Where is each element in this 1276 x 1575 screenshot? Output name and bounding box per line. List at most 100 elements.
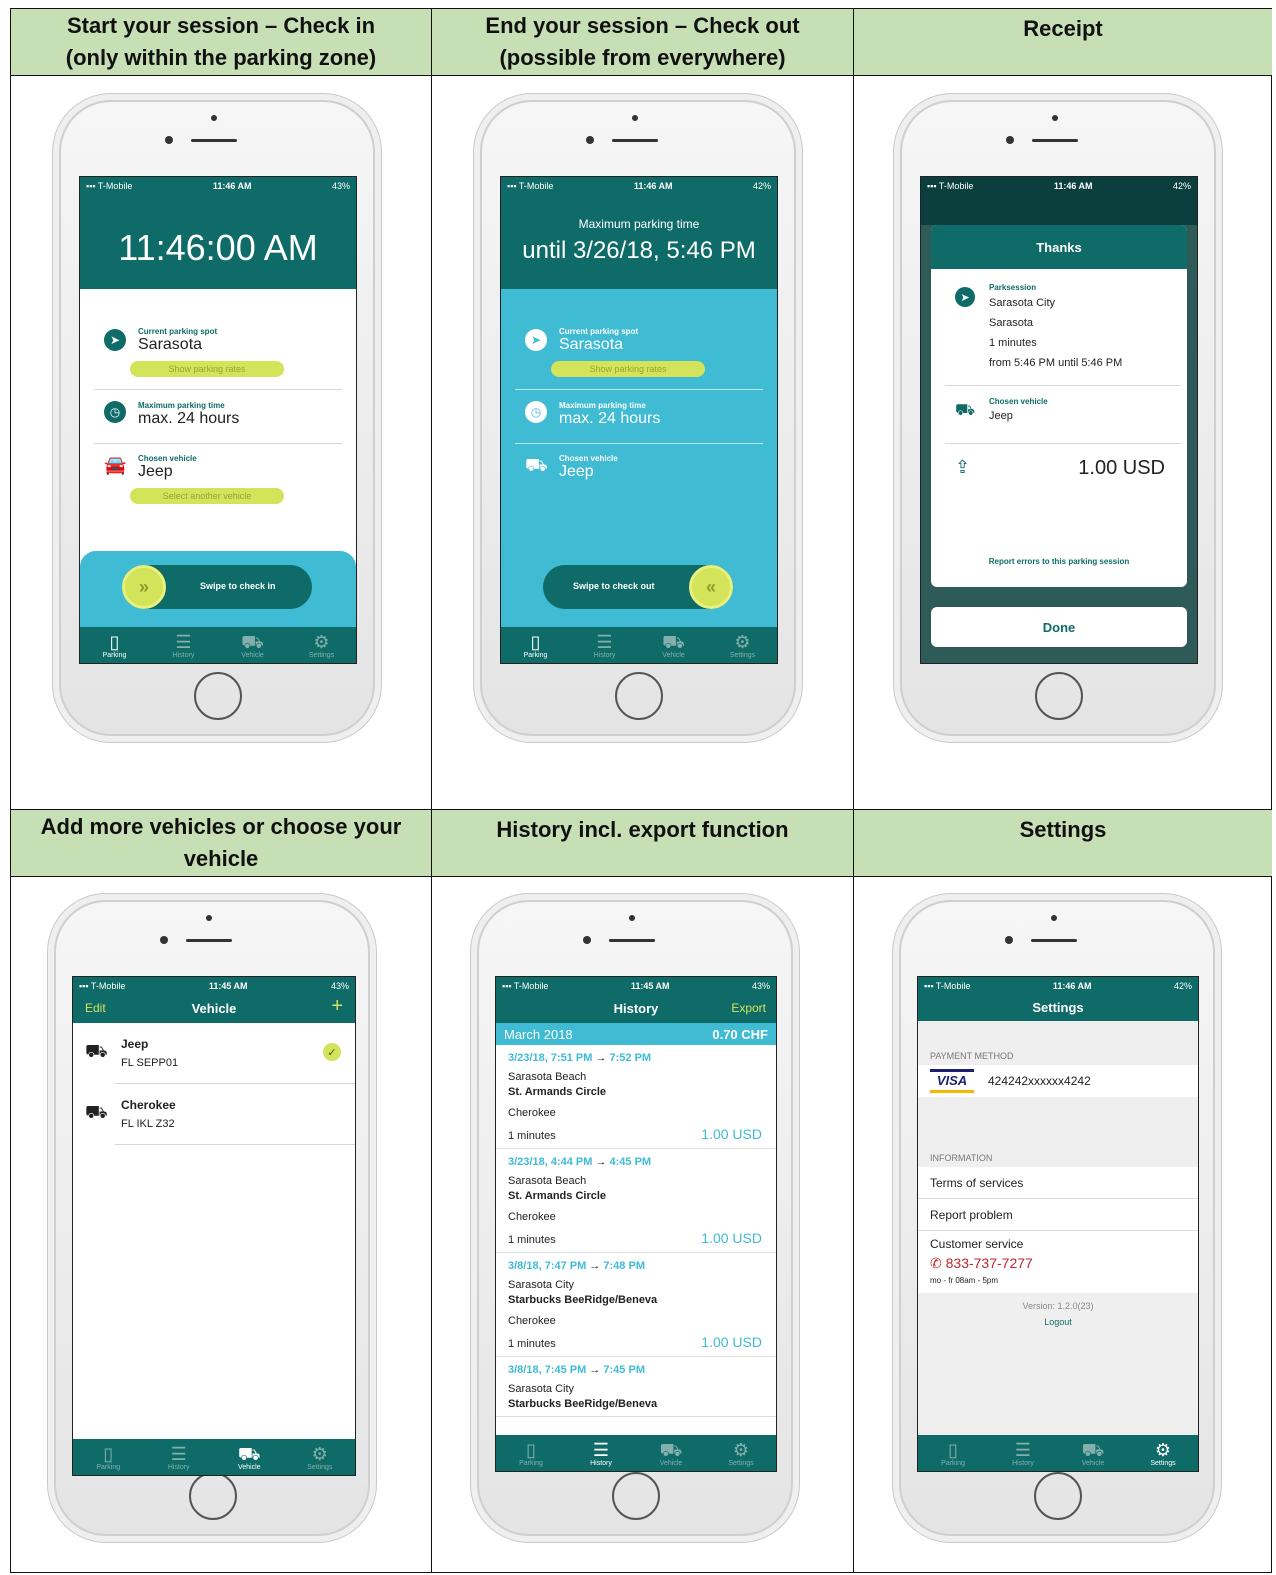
swipe-track[interactable]: » Swipe to check in bbox=[122, 565, 312, 609]
tab-vehicle[interactable]: ⛟ Vehicle bbox=[636, 1435, 706, 1471]
chevrons-right-icon[interactable]: » bbox=[122, 565, 166, 609]
vehicle-value: Jeep bbox=[989, 410, 1013, 422]
vehicle-block: Chosen vehicle Jeep bbox=[138, 454, 197, 481]
spot-label: Current parking spot bbox=[138, 327, 218, 336]
arrow-right-icon: → bbox=[592, 1052, 610, 1064]
status-bar: ▪▪▪ T-Mobile 11:46 AM 42% bbox=[501, 177, 777, 195]
gear-icon: ⚙ bbox=[1154, 1439, 1172, 1460]
history-entry[interactable]: 3/8/18, 7:45 PM → 7:45 PM Sarasota City St… bbox=[496, 1357, 776, 1417]
signal-icon: ▪▪▪ bbox=[502, 981, 512, 991]
phone-icon: ✆ bbox=[930, 1255, 942, 1271]
car-icon: ⛟ bbox=[1081, 1439, 1105, 1460]
home-button[interactable] bbox=[1035, 672, 1083, 720]
tab-vehicle[interactable]: ⛟ Vehicle bbox=[218, 627, 287, 663]
tab-parking[interactable]: ▯ Parking bbox=[501, 627, 570, 663]
report-problem-link[interactable]: Report problem bbox=[918, 1199, 1198, 1231]
car-icon: 🚘 bbox=[104, 455, 127, 475]
tab-history[interactable]: ☰ History bbox=[144, 1439, 215, 1475]
entry-zone: Starbucks BeeRidge/Beneva bbox=[508, 1398, 658, 1410]
info-list: Terms of services Report problem Custome… bbox=[918, 1167, 1198, 1293]
tab-vehicle[interactable]: ⛟ Vehicle bbox=[1058, 1435, 1128, 1471]
entry-amount: 1.00 USD bbox=[701, 1126, 762, 1142]
entry-zone: St. Armands Circle bbox=[508, 1086, 607, 1098]
show-rates-button[interactable]: Show parking rates bbox=[551, 361, 705, 377]
camera bbox=[160, 936, 168, 944]
vehicle-row-cherokee[interactable]: ⛟ Cherokee FL IKL Z32 bbox=[73, 1084, 355, 1144]
tab-settings[interactable]: ⚙ Settings bbox=[287, 627, 356, 663]
phone-row[interactable]: ✆ 833-737-7277 bbox=[930, 1255, 1186, 1272]
tab-parking[interactable]: ▯ Parking bbox=[73, 1439, 144, 1475]
payment-method-row[interactable]: VISA 424242xxxxxx4242 bbox=[918, 1065, 1198, 1097]
done-button[interactable]: Done bbox=[931, 607, 1187, 647]
until-panel: ▪▪▪ T-Mobile 11:46 AM 42% Maximum parkin… bbox=[501, 177, 777, 289]
tab-settings[interactable]: ⚙ Settings bbox=[708, 627, 777, 663]
select-vehicle-button[interactable]: Select another vehicle bbox=[130, 488, 284, 504]
tab-vehicle[interactable]: ⛟ Vehicle bbox=[214, 1439, 285, 1475]
tab-bar: ▯ Parking ☰ History ⛟ Vehicle ⚙ Settings bbox=[501, 627, 777, 663]
history-entry[interactable]: 3/23/18, 4:44 PM → 4:45 PM Sarasota Beach… bbox=[496, 1149, 776, 1253]
status-bar: ▪▪▪ T-Mobile 11:45 AM 43% bbox=[73, 977, 355, 995]
session-block: Parksession Sarasota City Sarasota 1 min… bbox=[989, 283, 1122, 373]
home-button[interactable] bbox=[194, 672, 242, 720]
tab-label: Parking bbox=[102, 651, 127, 659]
sensor-dot bbox=[1052, 115, 1058, 121]
history-entry[interactable]: 3/23/18, 7:51 PM → 7:52 PM Sarasota Beach… bbox=[496, 1045, 776, 1149]
home-button[interactable] bbox=[189, 1472, 237, 1520]
tab-history[interactable]: ☰ History bbox=[988, 1435, 1058, 1471]
speaker bbox=[186, 939, 232, 942]
home-button[interactable] bbox=[1034, 1472, 1082, 1520]
tab-history[interactable]: ☰ History bbox=[566, 1435, 636, 1471]
show-rates-button[interactable]: Show parking rates bbox=[130, 361, 284, 377]
home-button[interactable] bbox=[615, 672, 663, 720]
swipe-track[interactable]: Swipe to check out « bbox=[543, 565, 733, 609]
logout-link[interactable]: Logout bbox=[918, 1317, 1198, 1327]
tab-history[interactable]: ☰ History bbox=[149, 627, 218, 663]
signal-icon: ▪▪▪ bbox=[927, 181, 937, 191]
history-entry[interactable]: 3/8/18, 7:47 PM → 7:48 PM Sarasota City St… bbox=[496, 1253, 776, 1357]
max-time-until: until 3/26/18, 5:46 PM bbox=[522, 237, 756, 264]
tab-bar: ▯ Parking ☰ History ⛟ Vehicle ⚙ Settings bbox=[80, 627, 356, 663]
add-vehicle-button[interactable]: + bbox=[331, 995, 343, 1018]
gear-icon: ⚙ bbox=[732, 1439, 750, 1460]
vehicle-block: Chosen vehicle Jeep bbox=[989, 397, 1048, 425]
tab-settings[interactable]: ⚙ Settings bbox=[285, 1439, 356, 1475]
header-receipt: Receipt bbox=[854, 9, 1272, 75]
tab-history[interactable]: ☰ History bbox=[570, 627, 639, 663]
entry-timespan: 3/8/18, 7:45 PM → 7:45 PM bbox=[508, 1363, 764, 1378]
service-hours: mo - fr 08am - 5pm bbox=[930, 1276, 999, 1285]
export-button[interactable]: Export bbox=[731, 1001, 766, 1015]
divider bbox=[945, 385, 1181, 386]
visa-logo: VISA bbox=[930, 1069, 974, 1093]
gear-icon: ⚙ bbox=[313, 631, 330, 652]
home-button[interactable] bbox=[612, 1472, 660, 1520]
entry-city: Sarasota Beach bbox=[508, 1175, 587, 1187]
spot-value: Sarasota bbox=[138, 336, 203, 353]
vehicle-row-jeep[interactable]: ⛟ Jeep FL SEPP01 ✓ bbox=[73, 1023, 355, 1083]
phone-checkout: ▪▪▪ T-Mobile 11:46 AM 42% Maximum parkin… bbox=[480, 100, 796, 736]
row-divider bbox=[11, 75, 1271, 76]
swipe-panel: » Swipe to check in bbox=[80, 551, 356, 629]
chevrons-left-icon[interactable]: « bbox=[689, 565, 733, 609]
tab-settings[interactable]: ⚙ Settings bbox=[706, 1435, 776, 1471]
report-errors-link[interactable]: Report errors to this parking session bbox=[931, 557, 1187, 566]
share-icon[interactable]: ⇪ bbox=[955, 457, 970, 478]
max-value: max. 24 hours bbox=[138, 410, 240, 427]
tab-parking[interactable]: ▯ Parking bbox=[496, 1435, 566, 1471]
tab-label: Settings bbox=[729, 651, 756, 659]
speaker bbox=[1031, 939, 1077, 942]
tab-parking[interactable]: ▯ Parking bbox=[80, 627, 149, 663]
status-time: 11:45 AM bbox=[630, 981, 670, 991]
tab-label: Vehicle bbox=[659, 1459, 683, 1467]
tab-label: History bbox=[167, 1463, 190, 1471]
parking-meter-icon: ▯ bbox=[109, 631, 120, 652]
month-total: 0.70 CHF bbox=[712, 1026, 768, 1042]
carrier-label: ▪▪▪ T-Mobile bbox=[502, 981, 549, 991]
header-checkout: End your session – Check out (possible f… bbox=[432, 9, 853, 75]
terms-link[interactable]: Terms of services bbox=[918, 1167, 1198, 1199]
tab-vehicle[interactable]: ⛟ Vehicle bbox=[639, 627, 708, 663]
car-icon: ⛟ bbox=[85, 1041, 108, 1061]
sensor-dot bbox=[629, 915, 635, 921]
tab-settings[interactable]: ⚙ Settings bbox=[1128, 1435, 1198, 1471]
tab-label: History bbox=[1012, 1459, 1034, 1467]
tab-parking[interactable]: ▯ Parking bbox=[918, 1435, 988, 1471]
